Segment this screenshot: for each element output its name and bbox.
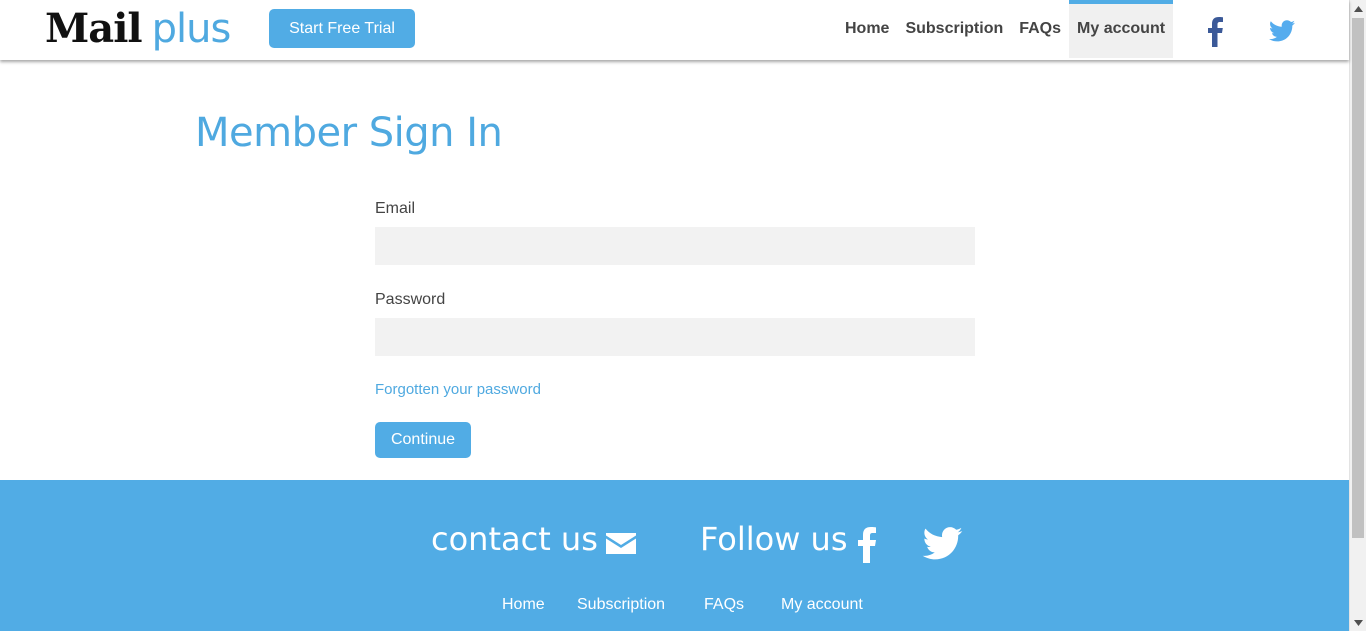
mail-plus-logo[interactable]: Mail plus bbox=[45, 5, 232, 53]
email-label: Email bbox=[375, 200, 416, 217]
continue-button[interactable]: Continue bbox=[375, 422, 471, 458]
start-free-trial-button[interactable]: Start Free Trial bbox=[269, 9, 415, 48]
facebook-icon[interactable] bbox=[1203, 15, 1229, 47]
follow-us-label: Follow us bbox=[700, 520, 848, 558]
scrollbar-thumb[interactable] bbox=[1352, 18, 1364, 538]
password-field[interactable] bbox=[375, 318, 975, 356]
forgot-password-link[interactable]: Forgotten your password bbox=[375, 381, 975, 398]
footer-link-my-account[interactable]: My account bbox=[781, 596, 863, 614]
email-field[interactable] bbox=[375, 227, 975, 265]
facebook-icon[interactable] bbox=[855, 525, 881, 563]
nav-item-my-account[interactable]: My account bbox=[1069, 0, 1174, 58]
nav-item-home[interactable]: Home bbox=[837, 0, 897, 58]
logo-mail-text: Mail bbox=[45, 5, 143, 52]
nav-item-faqs[interactable]: FAQs bbox=[1011, 0, 1069, 58]
nav-item-subscription[interactable]: Subscription bbox=[897, 0, 1011, 58]
sign-in-form: Email Password Forgotten your password C… bbox=[375, 200, 975, 458]
logo-plus-text: plus bbox=[151, 6, 232, 52]
page-scrollbar[interactable] bbox=[1349, 0, 1366, 631]
site-footer: contact us Follow us Home Subscription F… bbox=[0, 480, 1349, 631]
footer-link-subscription[interactable]: Subscription bbox=[577, 596, 665, 614]
contact-us-link[interactable]: contact us bbox=[431, 520, 598, 558]
footer-link-faqs[interactable]: FAQs bbox=[704, 596, 744, 614]
twitter-icon[interactable] bbox=[1269, 19, 1295, 43]
envelope-icon[interactable] bbox=[606, 533, 636, 554]
footer-link-home[interactable]: Home bbox=[502, 596, 545, 614]
page-title: Member Sign In bbox=[195, 110, 503, 156]
twitter-icon[interactable] bbox=[922, 527, 963, 560]
footer-nav: Home Subscription FAQs My account bbox=[0, 596, 1349, 618]
password-label: Password bbox=[375, 291, 446, 308]
site-header: Mail plus Start Free Trial Home Subscrip… bbox=[0, 0, 1349, 60]
scroll-up-arrow-icon[interactable] bbox=[1350, 0, 1366, 17]
main-nav: Home Subscription FAQs My account bbox=[837, 0, 1174, 58]
scroll-down-arrow-icon[interactable] bbox=[1350, 614, 1366, 631]
